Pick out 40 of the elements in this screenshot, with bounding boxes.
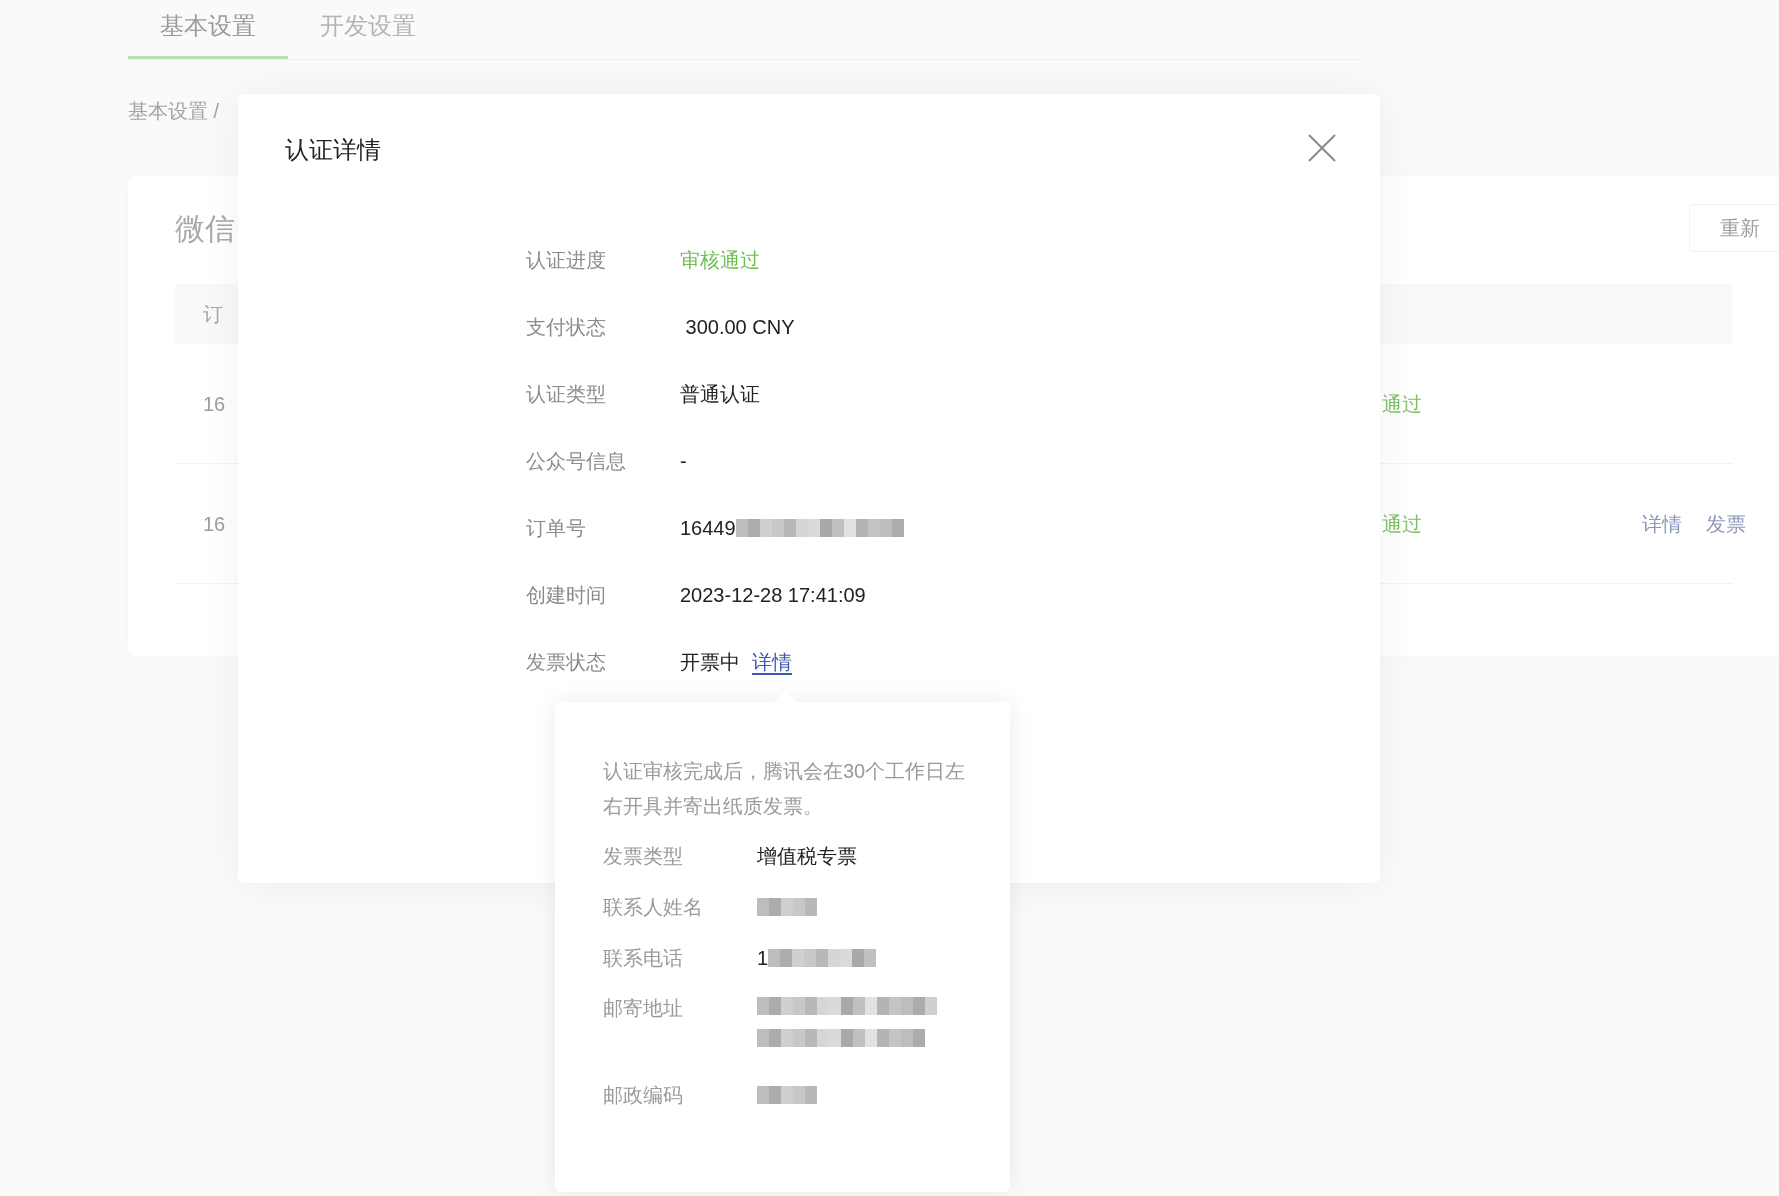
field-label: 邮政编码 [603,1082,684,1108]
field-value: 开票中 [680,649,740,675]
column-header: 订 [203,302,223,327]
field-label: 创建时间 [526,582,607,608]
field-label: 联系电话 [603,945,684,971]
field-label: 订单号 [526,515,587,541]
field-label: 认证进度 [526,247,607,273]
field-label: 邮寄地址 [603,996,684,1021]
field-label: 联系人姓名 [603,894,704,920]
field-value: 2023-12-28 17:41:09 [680,582,866,608]
field-label: 发票状态 [526,649,607,675]
redacted-block [757,897,817,916]
field-value: 增值税专票 [757,843,857,869]
row-action-link[interactable]: 详情 [1642,508,1682,539]
field-value: 300.00 CNY [684,314,795,340]
table-cell: 16 [203,512,226,535]
invoice-note: 认证审核完成后，腾讯会在30个工作日左右开具并寄出纸质发票。 [603,759,967,819]
field-value: 16449 [680,515,736,541]
card-title: 微信 [175,210,235,247]
field-value: 审核通过 [680,247,760,273]
field-label: 支付状态 [526,314,607,340]
field-label: 认证类型 [526,381,607,407]
row-action-link[interactable]: 发票 [1706,508,1746,539]
dialog-title: 认证详情 [285,135,381,165]
close-button[interactable] [1306,132,1338,164]
tab[interactable]: 开发设置 [288,0,448,59]
table-cell: 16 [203,392,226,415]
field-label: 发票类型 [603,843,684,869]
tab[interactable]: 基本设置 [128,0,288,59]
field-value: - [680,448,687,474]
redacted-block [757,1085,817,1104]
field-value: 普通认证 [680,381,760,407]
status-cell: 通过 [1382,512,1422,535]
reauth-button[interactable]: 重新 [1689,204,1779,252]
close-icon [1307,133,1337,163]
status-cell: 通过 [1382,392,1422,415]
breadcrumb: 基本设置 / [128,99,221,124]
details-link[interactable]: 详情 [752,646,792,677]
field-label: 公众号信息 [526,448,627,474]
field-value: 1 [757,945,769,971]
